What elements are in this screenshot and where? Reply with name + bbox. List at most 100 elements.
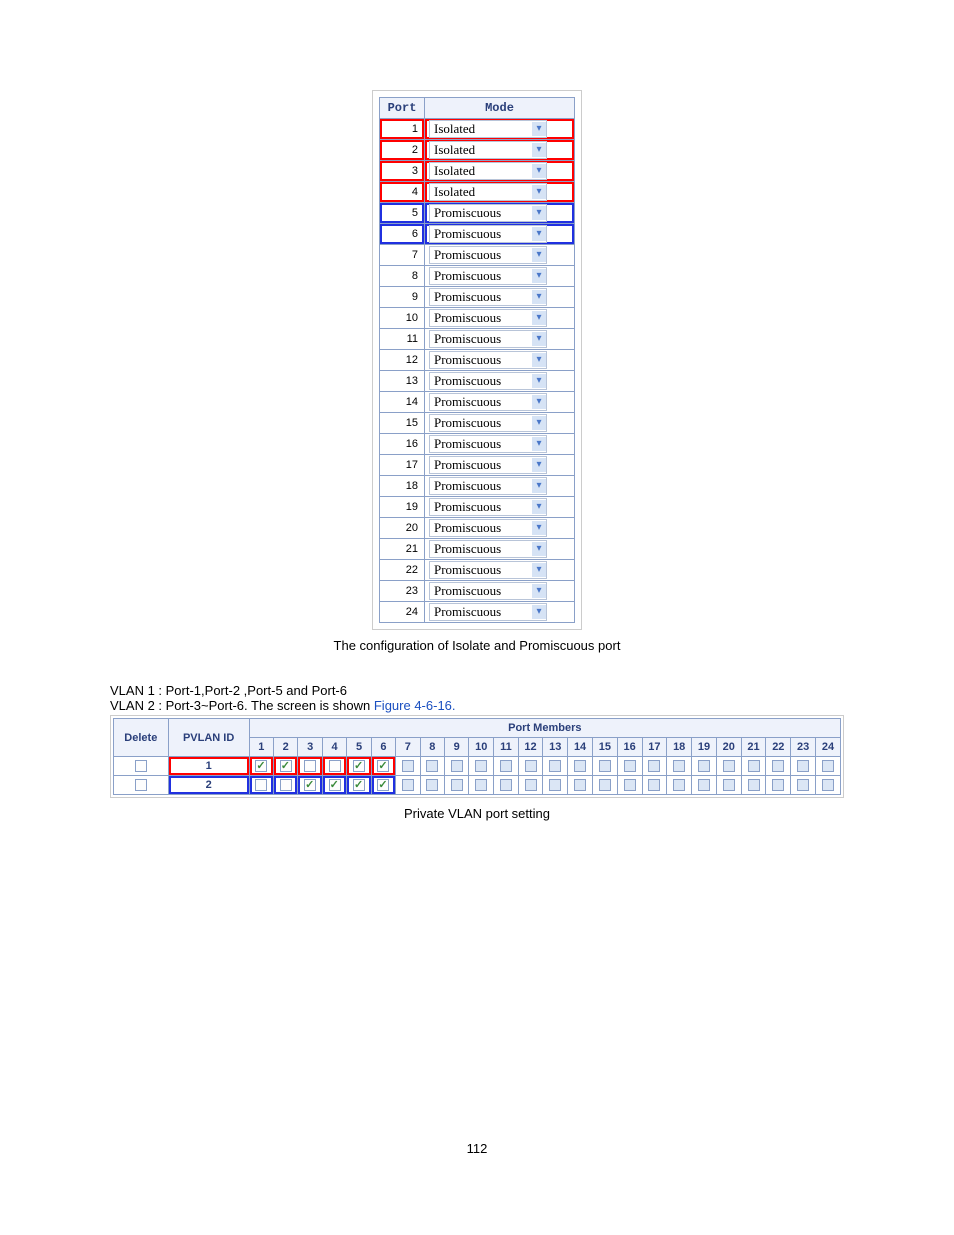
chevron-down-icon: ▾ <box>532 479 546 493</box>
member-checkbox[interactable] <box>574 779 586 791</box>
member-checkbox[interactable] <box>304 779 316 791</box>
member-checkbox[interactable] <box>723 760 735 772</box>
member-checkbox[interactable] <box>500 760 512 772</box>
member-checkbox[interactable] <box>599 760 611 772</box>
member-checkbox[interactable] <box>673 760 685 772</box>
member-checkbox[interactable] <box>822 779 834 791</box>
member-checkbox[interactable] <box>475 779 487 791</box>
mode-select[interactable]: Promiscuous▾ <box>429 351 547 369</box>
member-checkbox[interactable] <box>402 779 414 791</box>
member-checkbox[interactable] <box>822 760 834 772</box>
mode-select[interactable]: Promiscuous▾ <box>429 456 547 474</box>
member-checkbox[interactable] <box>772 779 784 791</box>
mode-select[interactable]: Promiscuous▾ <box>429 267 547 285</box>
member-checkbox[interactable] <box>525 760 537 772</box>
member-checkbox[interactable] <box>549 760 561 772</box>
mode-select[interactable]: Isolated▾ <box>429 141 547 159</box>
mode-cell: Promiscuous▾ <box>425 245 575 266</box>
member-checkbox[interactable] <box>525 779 537 791</box>
port-col-header: 8 <box>420 738 444 757</box>
member-checkbox[interactable] <box>772 760 784 772</box>
port-col-header: 11 <box>494 738 518 757</box>
member-checkbox[interactable] <box>329 779 341 791</box>
mode-select[interactable]: Promiscuous▾ <box>429 330 547 348</box>
mode-select[interactable]: Promiscuous▾ <box>429 393 547 411</box>
member-checkbox[interactable] <box>304 760 316 772</box>
pvlan-membership-container: Delete PVLAN ID Port Members 12345678910… <box>110 715 844 798</box>
member-cell <box>494 776 518 795</box>
member-cell <box>518 757 543 776</box>
mode-select[interactable]: Promiscuous▾ <box>429 372 547 390</box>
delete-checkbox[interactable] <box>135 779 147 791</box>
member-checkbox[interactable] <box>723 779 735 791</box>
member-checkbox[interactable] <box>698 760 710 772</box>
mode-select[interactable]: Promiscuous▾ <box>429 246 547 264</box>
mode-select[interactable]: Promiscuous▾ <box>429 414 547 432</box>
mode-select[interactable]: Isolated▾ <box>429 162 547 180</box>
member-checkbox[interactable] <box>377 760 389 772</box>
member-checkbox[interactable] <box>255 760 267 772</box>
port-col-header: 2 <box>274 738 298 757</box>
member-checkbox[interactable] <box>698 779 710 791</box>
figure-reference: Figure 4-6-16. <box>374 698 456 713</box>
mode-select[interactable]: Promiscuous▾ <box>429 225 547 243</box>
member-checkbox[interactable] <box>797 760 809 772</box>
member-checkbox[interactable] <box>574 760 586 772</box>
member-checkbox[interactable] <box>402 760 414 772</box>
member-cell <box>494 757 518 776</box>
port-col-header: 21 <box>741 738 766 757</box>
pvlan-id-cell: 1 <box>168 757 249 776</box>
member-checkbox[interactable] <box>500 779 512 791</box>
member-checkbox[interactable] <box>426 760 438 772</box>
member-checkbox[interactable] <box>353 760 365 772</box>
port-number: 8 <box>380 266 425 287</box>
mode-select[interactable]: Promiscuous▾ <box>429 204 547 222</box>
member-checkbox[interactable] <box>624 760 636 772</box>
member-checkbox[interactable] <box>748 779 760 791</box>
member-checkbox[interactable] <box>797 779 809 791</box>
mode-select-value: Isolated <box>434 142 475 158</box>
delete-checkbox[interactable] <box>135 760 147 772</box>
member-checkbox[interactable] <box>648 779 660 791</box>
member-cell <box>791 757 816 776</box>
member-checkbox[interactable] <box>255 779 267 791</box>
member-checkbox[interactable] <box>377 779 389 791</box>
mode-select[interactable]: Isolated▾ <box>429 120 547 138</box>
mode-select[interactable]: Promiscuous▾ <box>429 435 547 453</box>
port-mode-caption: The configuration of Isolate and Promisc… <box>110 638 844 653</box>
member-cell <box>543 757 568 776</box>
mode-select[interactable]: Promiscuous▾ <box>429 519 547 537</box>
mode-select[interactable]: Promiscuous▾ <box>429 498 547 516</box>
port-mode-row: 3Isolated▾ <box>380 161 575 182</box>
port-number: 14 <box>380 392 425 413</box>
member-checkbox[interactable] <box>451 760 463 772</box>
member-checkbox[interactable] <box>748 760 760 772</box>
mode-select[interactable]: Promiscuous▾ <box>429 540 547 558</box>
mode-cell: Promiscuous▾ <box>425 476 575 497</box>
member-checkbox[interactable] <box>329 760 341 772</box>
port-number: 15 <box>380 413 425 434</box>
delete-cell <box>114 776 169 795</box>
member-cell <box>766 776 791 795</box>
mode-select[interactable]: Isolated▾ <box>429 183 547 201</box>
port-col-header: 5 <box>347 738 371 757</box>
page-number: 112 <box>110 1141 844 1156</box>
mode-select[interactable]: Promiscuous▾ <box>429 603 547 621</box>
mode-select[interactable]: Promiscuous▾ <box>429 582 547 600</box>
member-checkbox[interactable] <box>624 779 636 791</box>
mode-select[interactable]: Promiscuous▾ <box>429 477 547 495</box>
member-checkbox[interactable] <box>451 779 463 791</box>
member-checkbox[interactable] <box>648 760 660 772</box>
member-checkbox[interactable] <box>280 760 292 772</box>
member-checkbox[interactable] <box>673 779 685 791</box>
chevron-down-icon: ▾ <box>532 269 546 283</box>
mode-select[interactable]: Promiscuous▾ <box>429 561 547 579</box>
member-checkbox[interactable] <box>426 779 438 791</box>
member-checkbox[interactable] <box>475 760 487 772</box>
member-checkbox[interactable] <box>280 779 292 791</box>
member-checkbox[interactable] <box>599 779 611 791</box>
member-checkbox[interactable] <box>353 779 365 791</box>
member-checkbox[interactable] <box>549 779 561 791</box>
mode-select[interactable]: Promiscuous▾ <box>429 309 547 327</box>
mode-select[interactable]: Promiscuous▾ <box>429 288 547 306</box>
